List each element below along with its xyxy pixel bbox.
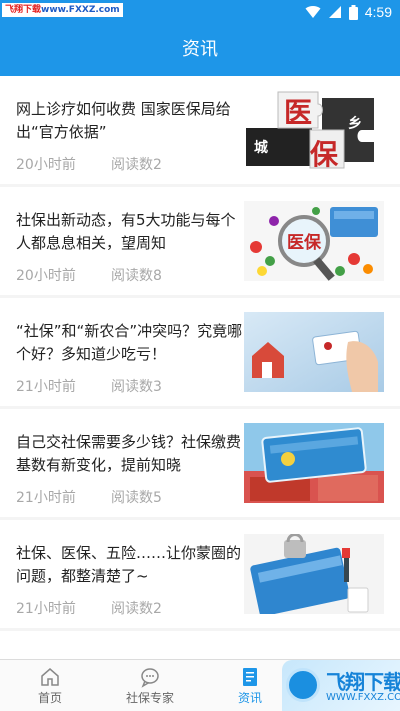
article-time: 20小时前 [16,268,76,284]
watermark-badge: 飞翔下载www.FXXZ.com [2,3,123,17]
article-title: 社保、医保、五险……让你蒙圈的问题，都整清楚了~ [16,544,242,585]
status-bar: 飞翔下载www.FXXZ.com 4:59 [0,0,400,24]
article-read-count: 阅读数2 [111,601,162,617]
tab-label: 首页 [37,691,62,705]
pills-magnifier-image: 医保 [244,201,384,281]
article-time: 20小时前 [16,157,76,173]
watermark-url: WWW.FXXZ.COM [326,692,400,703]
article-read-count: 阅读数5 [111,490,162,506]
article-card[interactable]: “社保”和“新农合”冲突吗？究竟哪个好？多知道少吃亏！ 21小时前 阅读数3 [0,298,400,406]
article-title: 自己交社保需要多少钱？社保缴费基数有新变化，提前知晓 [16,433,242,474]
tab-label: 社保专家 [125,691,174,705]
article-card[interactable]: 社保、医保、五险……让你蒙圈的问题，都整清楚了~ 21小时前 阅读数2 [0,520,400,628]
tab-experts[interactable]: 社保专家 [100,660,200,711]
article-title: 社保出新动态，有5大功能与每个人都息息相关，望周知 [16,211,236,252]
chat-bubble-icon [141,668,159,688]
article-card[interactable]: 网上诊疗如何收费 国家医保局给出“官方依据” 20小时前 阅读数2 医 保 城 … [0,76,400,184]
card-banknotes-image [244,423,384,503]
status-time: 4:59 [364,4,392,20]
thumb-text-bao: 保 [310,138,339,170]
hand-card-house-image [244,312,384,392]
document-icon [243,668,257,686]
article-read-count: 阅读数2 [111,157,162,173]
thumb-text-xiang: 乡 [348,116,362,132]
article-time: 21小时前 [16,490,76,506]
article-time: 21小时前 [16,601,76,617]
thumb-text-yi: 医 [284,96,312,129]
app-bar: 资讯 [0,24,400,76]
puzzle-yibao-image: 医 保 城 乡 [244,90,384,170]
article-read-count: 阅读数8 [111,268,162,284]
page-title: 资讯 [182,39,218,60]
corner-watermark: 飞翔下载 WWW.FXXZ.COM [282,660,400,711]
watermark-title: 飞翔下载 [326,670,400,694]
signal-icon [328,6,341,18]
card-lock-figure-image [244,534,384,614]
watermark-logo-icon [286,668,320,702]
battery-icon [348,4,358,20]
article-card-partial[interactable] [0,631,400,659]
watermark-text-red: 飞翔下载 [5,5,42,15]
thumb-text-cheng: 城 [254,139,268,156]
watermark-text-blue: www.FXXZ.com [41,5,120,15]
wifi-icon [305,6,321,19]
status-icons: 4:59 [305,0,392,24]
article-card[interactable]: 自己交社保需要多少钱？社保缴费基数有新变化，提前知晓 21小时前 阅读数5 [0,409,400,517]
tab-home[interactable]: 首页 [0,660,100,711]
article-time: 21小时前 [16,379,76,395]
article-card[interactable]: 社保出新动态，有5大功能与每个人都息息相关，望周知 20小时前 阅读数8 医保 [0,187,400,295]
article-list[interactable]: 网上诊疗如何收费 国家医保局给出“官方依据” 20小时前 阅读数2 医 保 城 … [0,76,400,659]
home-icon [41,668,59,686]
article-read-count: 阅读数3 [111,379,162,395]
article-title: 网上诊疗如何收费 国家医保局给出“官方依据” [16,100,231,141]
article-title: “社保”和“新农合”冲突吗？究竟哪个好？多知道少吃亏！ [16,322,243,363]
thumb-text-yibao: 医保 [287,232,322,253]
